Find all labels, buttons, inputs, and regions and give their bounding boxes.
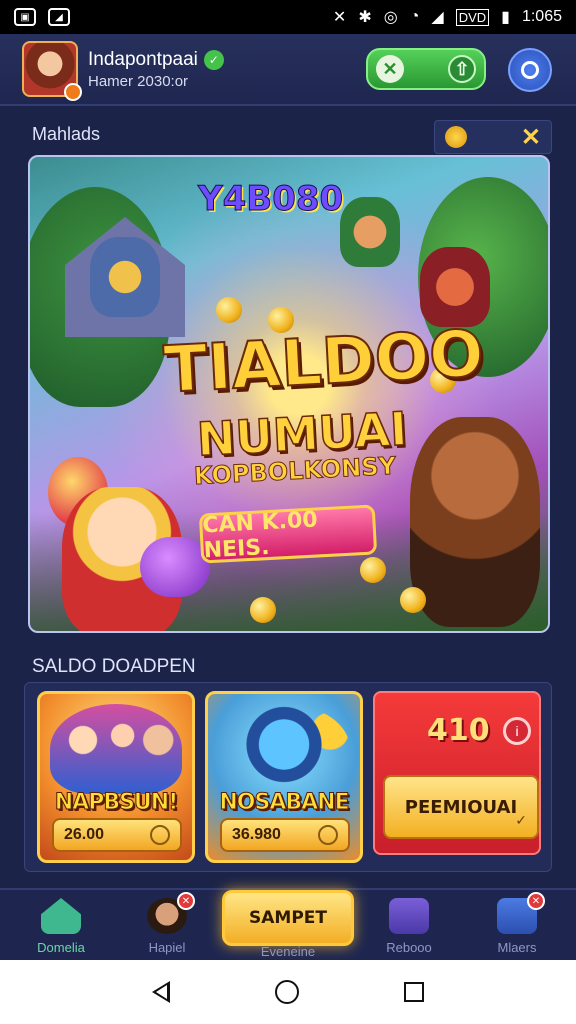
coin-icon: [360, 557, 386, 583]
character-illustration: [420, 247, 490, 327]
tab-label: Hapiel: [148, 940, 186, 955]
verified-icon: ✓: [203, 49, 224, 70]
coin-icon: [445, 126, 467, 148]
coin-icon: [400, 587, 426, 613]
user-subtitle: Hamer 2030:or: [88, 72, 189, 90]
cards-section-title: SALDO DOADPEN: [32, 656, 196, 677]
avatar[interactable]: [22, 41, 82, 101]
game-card-art: [50, 704, 182, 794]
tab-label: Rebooo: [386, 940, 432, 955]
user-block: Indapontpaai ✓ Hamer 2030:or: [88, 49, 224, 90]
banner-cta-button[interactable]: CAN K.00 NEIS.: [198, 504, 378, 564]
ticket-icon: [389, 898, 429, 934]
featured-section-title: Mahlads: [32, 124, 101, 144]
banner-title-line1: TIALDOO: [161, 316, 486, 409]
bluetooth-icon: ✱: [358, 9, 372, 26]
mallet-illustration: [140, 537, 210, 597]
character-illustration: [90, 237, 160, 317]
recent-apps-icon[interactable]: [403, 982, 424, 1002]
bottom-tab-bar: Domelia ✕ Hapiel SAMPET Eveneine Rebooo …: [0, 888, 576, 960]
search-button[interactable]: [508, 48, 552, 92]
banner-top-text: Y4B080: [197, 179, 344, 220]
wifi-icon: ◔: [409, 8, 420, 25]
game-card-price-button[interactable]: 36.980: [220, 818, 350, 852]
info-icon: i: [503, 717, 531, 745]
game-card-art: [218, 704, 350, 794]
signal-icon: ◢: [431, 9, 444, 26]
battery-icon: ▮: [501, 9, 510, 26]
home-circle-icon[interactable]: [274, 980, 299, 1004]
featured-banner[interactable]: Y4B080 TIALDOO NUMUAI KOPBOLKONSY CAN K.…: [28, 155, 550, 633]
notification-badge-icon: ✕: [177, 892, 195, 910]
promo-button[interactable]: PEEMIOUAI ✓: [383, 775, 539, 839]
game-card[interactable]: NAPBSUN! 26.00: [37, 691, 195, 863]
tab-label: Domelia: [37, 940, 85, 955]
coin-icon: [250, 597, 276, 623]
tab-profile[interactable]: ✕ Hapiel: [122, 892, 212, 955]
notification-badge-icon: ✕: [527, 892, 545, 910]
game-card-price-button[interactable]: 26.00: [52, 818, 182, 852]
close-icon[interactable]: ✕: [521, 123, 541, 152]
carrier-badge: DVD: [455, 8, 490, 26]
back-icon[interactable]: [152, 981, 171, 1003]
game-card-title: NAPBSUN!: [54, 790, 179, 816]
character-illustration: [340, 197, 400, 267]
tab-messages[interactable]: ✕ Mlaers: [472, 892, 562, 955]
game-card[interactable]: NOSABANE 36.980: [205, 691, 363, 863]
game-card-price: 26.00: [64, 826, 105, 843]
username-row: Indapontpaai ✓: [88, 49, 224, 71]
home-icon: [41, 898, 81, 934]
search-icon: [521, 61, 539, 79]
upload-icon[interactable]: ⇧: [448, 55, 476, 83]
wolf-character-illustration: [410, 417, 540, 627]
level-badge-icon: [64, 83, 82, 101]
messages-icon: ✕: [497, 892, 545, 934]
coin-icon: [150, 825, 170, 845]
promo-button-label: PEEMIOUAI: [404, 796, 518, 818]
check-icon: ✓: [515, 813, 527, 829]
system-nav-bar: [0, 960, 576, 1024]
tab-home[interactable]: Domelia: [16, 898, 106, 955]
featured-chip: ✕: [434, 120, 552, 154]
game-card-title: NOSABANE: [219, 790, 350, 816]
game-card-price: 36.980: [232, 826, 281, 843]
nfc-icon: ◎: [383, 9, 398, 26]
coin-icon: [216, 297, 242, 323]
promo-card[interactable]: 410 i PEEMIOUAI ✓: [373, 691, 541, 855]
tools-icon: ✕: [376, 55, 404, 83]
cards-panel: NAPBSUN! 26.00 NOSABANE 36.980 410 i PEE…: [24, 682, 552, 872]
status-bar: ▣ ◢ ✕ ✱ ◎ ◔ ◢ DVD ▮ 1:065: [0, 0, 576, 34]
profile-avatar-icon: ✕: [147, 892, 195, 934]
promo-value: 410: [427, 713, 490, 748]
tab-label: Mlaers: [497, 940, 537, 955]
center-action-label: Eveneine: [260, 944, 316, 959]
currency-pill-button[interactable]: ✕ ⇧: [366, 48, 486, 90]
status-time: 1:065: [521, 8, 562, 25]
username: Indapontpaai: [88, 48, 198, 70]
photo-icon: ▣: [14, 8, 36, 26]
tab-rewards[interactable]: Rebooo: [364, 898, 454, 955]
center-action-button[interactable]: SAMPET: [222, 890, 354, 946]
mute-icon: ✕: [332, 9, 347, 26]
app-header: Indapontpaai ✓ Hamer 2030:or ✕ ⇧: [0, 34, 576, 106]
image-icon: ◢: [48, 8, 70, 26]
coin-icon: [318, 825, 338, 845]
